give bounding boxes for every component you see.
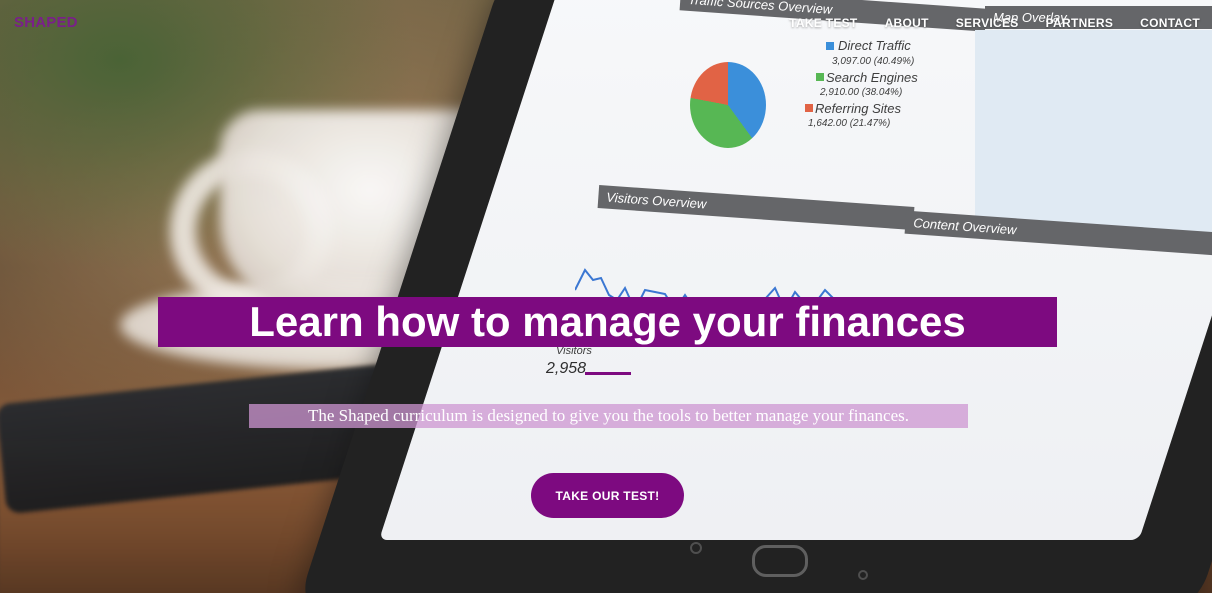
nav-link-take-test[interactable]: TAKE TEST bbox=[789, 16, 857, 30]
hero-headline: Learn how to manage your finances bbox=[158, 297, 1057, 347]
nav-link-about[interactable]: ABOUT bbox=[885, 16, 929, 30]
hero-divider bbox=[585, 372, 631, 375]
nav-link-partners[interactable]: PARTNERS bbox=[1046, 16, 1114, 30]
take-test-button[interactable]: TAKE OUR TEST! bbox=[531, 473, 684, 518]
nav-links: TAKE TEST ABOUT SERVICES PARTNERS CONTAC… bbox=[762, 16, 1200, 30]
brand-logo-link[interactable]: SHAPED bbox=[14, 14, 78, 31]
hero-subtitle: The Shaped curriculum is designed to giv… bbox=[249, 404, 968, 428]
nav-link-contact[interactable]: CONTACT bbox=[1140, 16, 1200, 30]
top-navbar: SHAPED TAKE TEST ABOUT SERVICES PARTNERS… bbox=[0, 0, 1212, 46]
nav-link-services[interactable]: SERVICES bbox=[956, 16, 1019, 30]
